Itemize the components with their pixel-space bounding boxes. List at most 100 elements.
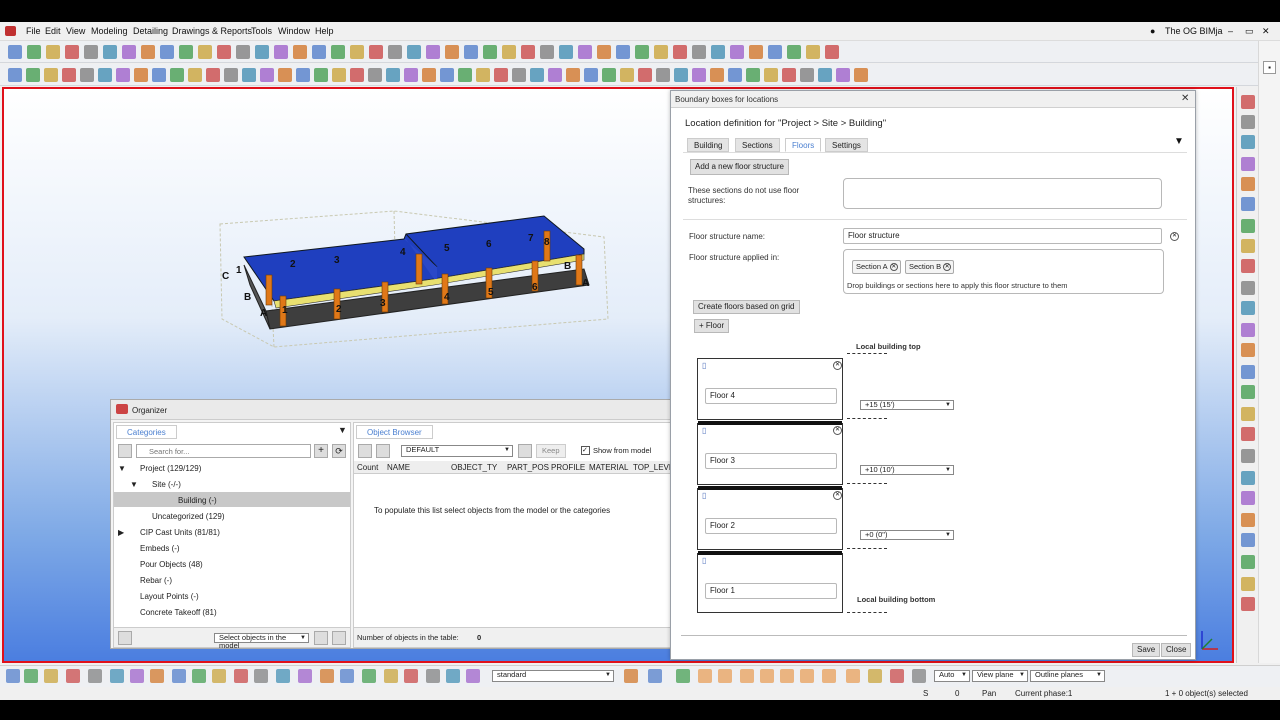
toolbar-tool-icon[interactable] — [692, 68, 706, 82]
minimize-button[interactable]: – — [1228, 26, 1233, 36]
bottom-tool-icon[interactable] — [384, 669, 398, 683]
bottom-tool-icon[interactable] — [912, 669, 926, 683]
toolbar-tool-icon[interactable] — [407, 45, 421, 59]
category-collapse-icon[interactable] — [118, 444, 132, 458]
toolbar-tool-icon[interactable] — [768, 45, 782, 59]
tree-item-uncategorized[interactable]: Uncategorized (129) — [152, 512, 224, 521]
bottom-tool-icon[interactable] — [868, 669, 882, 683]
side-tool-icon[interactable] — [1241, 115, 1255, 129]
toolbar-tool-icon[interactable] — [597, 45, 611, 59]
bottom-tool-icon[interactable] — [254, 669, 268, 683]
bottom-tool-icon[interactable] — [88, 669, 102, 683]
floor-2-name-input[interactable]: Floor 2 — [705, 518, 837, 534]
toolbar-tool-icon[interactable] — [426, 45, 440, 59]
toolbar-tool-icon[interactable] — [584, 68, 598, 82]
side-tool-icon[interactable] — [1241, 385, 1255, 399]
column-count[interactable]: Count — [357, 463, 378, 472]
categories-menu-icon[interactable]: ▼ — [338, 425, 347, 435]
level-dropdown-floor-3[interactable]: +10 (10') — [860, 465, 954, 475]
remove-chip-icon[interactable]: ✕ — [943, 263, 952, 271]
tab-sections[interactable]: Sections — [735, 138, 780, 152]
refresh-icon[interactable]: ⟳ — [332, 444, 346, 458]
tab-floors[interactable]: Floors — [785, 138, 822, 152]
tree-expander-icon[interactable]: ▼ — [118, 464, 126, 473]
menu-detailing[interactable]: Detailing — [133, 26, 168, 36]
bottom-tool-icon[interactable] — [446, 669, 460, 683]
bottom-tool-icon[interactable] — [66, 669, 80, 683]
snap-mode-dropdown[interactable]: Auto — [934, 670, 970, 682]
side-tool-icon[interactable] — [1241, 323, 1255, 337]
bottom-tool-icon[interactable] — [298, 669, 312, 683]
toolbar-tool-icon[interactable] — [440, 68, 454, 82]
toolbar-tool-icon[interactable] — [255, 45, 269, 59]
categories-tab[interactable]: Categories — [116, 425, 177, 439]
toolbar-tool-icon[interactable] — [502, 45, 516, 59]
side-tool-icon[interactable] — [1241, 239, 1255, 253]
toolbar-tool-icon[interactable] — [818, 68, 832, 82]
toolbar-tool-icon[interactable] — [278, 68, 292, 82]
bottom-tool-icon[interactable] — [24, 669, 38, 683]
toolbar-tool-icon[interactable] — [800, 68, 814, 82]
bottom-tool-icon[interactable] — [624, 669, 638, 683]
toolbar-tool-icon[interactable] — [27, 45, 41, 59]
toolbar-tool-icon[interactable] — [559, 45, 573, 59]
toolbar-tool-icon[interactable] — [350, 45, 364, 59]
select-mode-dropdown[interactable]: Select objects in the model — [214, 633, 309, 650]
toolbar-tool-icon[interactable] — [602, 68, 616, 82]
side-tool-icon[interactable] — [1241, 259, 1255, 273]
toolbar-tool-icon[interactable] — [296, 68, 310, 82]
side-tool-icon[interactable] — [1241, 471, 1255, 485]
bottom-tool-icon[interactable] — [648, 669, 662, 683]
toolbar-tool-icon[interactable] — [483, 45, 497, 59]
delete-floor-structure-icon[interactable]: ✕ — [1170, 232, 1179, 241]
floor-1-name-input[interactable]: Floor 1 — [705, 583, 837, 599]
toolbar-tool-icon[interactable] — [314, 68, 328, 82]
tree-item-embeds[interactable]: Embeds (-) — [140, 544, 180, 553]
level-dropdown-floor-2[interactable]: +0 (0") — [860, 530, 954, 540]
column-object-type[interactable]: OBJECT_TY — [451, 463, 497, 472]
toolbar-tool-icon[interactable] — [62, 68, 76, 82]
toolbar-tool-icon[interactable] — [368, 68, 382, 82]
toolbar-tool-icon[interactable] — [369, 45, 383, 59]
no-floor-structure-dropzone[interactable] — [843, 178, 1162, 209]
side-tool-icon[interactable] — [1241, 135, 1255, 149]
column-settings-icon[interactable] — [376, 444, 390, 458]
toolbar-tool-icon[interactable] — [530, 68, 544, 82]
delete-floor-icon[interactable]: ✕ — [833, 426, 842, 435]
object-browser-tab[interactable]: Object Browser — [356, 425, 433, 439]
bottom-tool-icon[interactable] — [846, 669, 860, 683]
menu-tools[interactable]: Tools — [251, 26, 272, 36]
toolbar-tool-icon[interactable] — [8, 68, 22, 82]
bottom-tool-icon[interactable] — [340, 669, 354, 683]
collapse-panel-icon[interactable] — [332, 631, 346, 645]
category-search-input[interactable] — [136, 444, 311, 458]
tree-item-building[interactable]: Building (-) — [178, 496, 217, 505]
toolbar-tool-icon[interactable] — [764, 68, 778, 82]
toolbar-tool-icon[interactable] — [422, 68, 436, 82]
toolbar-tool-icon[interactable] — [26, 68, 40, 82]
bottom-tool-icon[interactable] — [760, 669, 774, 683]
remove-chip-icon[interactable]: ✕ — [889, 263, 898, 271]
tree-item-site[interactable]: Site (-/-) — [152, 480, 181, 489]
bottom-tool-icon[interactable] — [44, 669, 58, 683]
bottom-tool-icon[interactable] — [676, 669, 690, 683]
add-floor-button[interactable]: + Floor — [694, 319, 730, 333]
add-category-button[interactable]: + — [314, 444, 328, 458]
chip-section-a[interactable]: Section A ✕ — [852, 260, 901, 274]
toolbar-tool-icon[interactable] — [806, 45, 820, 59]
bottom-tool-icon[interactable] — [404, 669, 418, 683]
bottom-tool-icon[interactable] — [150, 669, 164, 683]
toolbar-tool-icon[interactable] — [578, 45, 592, 59]
toolbar-tool-icon[interactable] — [98, 68, 112, 82]
toolbar-tool-icon[interactable] — [80, 68, 94, 82]
maximize-button[interactable]: ▭ — [1245, 26, 1254, 37]
tree-item-pour-objects[interactable]: Pour Objects (48) — [140, 560, 203, 569]
browser-set-dropdown[interactable]: DEFAULT — [401, 445, 513, 457]
tree-item-layout-points[interactable]: Layout Points (-) — [140, 592, 199, 601]
side-tool-icon[interactable] — [1241, 577, 1255, 591]
toolbar-tool-icon[interactable] — [710, 68, 724, 82]
toolbar-tool-icon[interactable] — [458, 68, 472, 82]
column-material[interactable]: MATERIAL — [589, 463, 628, 472]
user-icon[interactable]: ● — [1150, 26, 1155, 36]
bottom-tool-icon[interactable] — [780, 669, 794, 683]
